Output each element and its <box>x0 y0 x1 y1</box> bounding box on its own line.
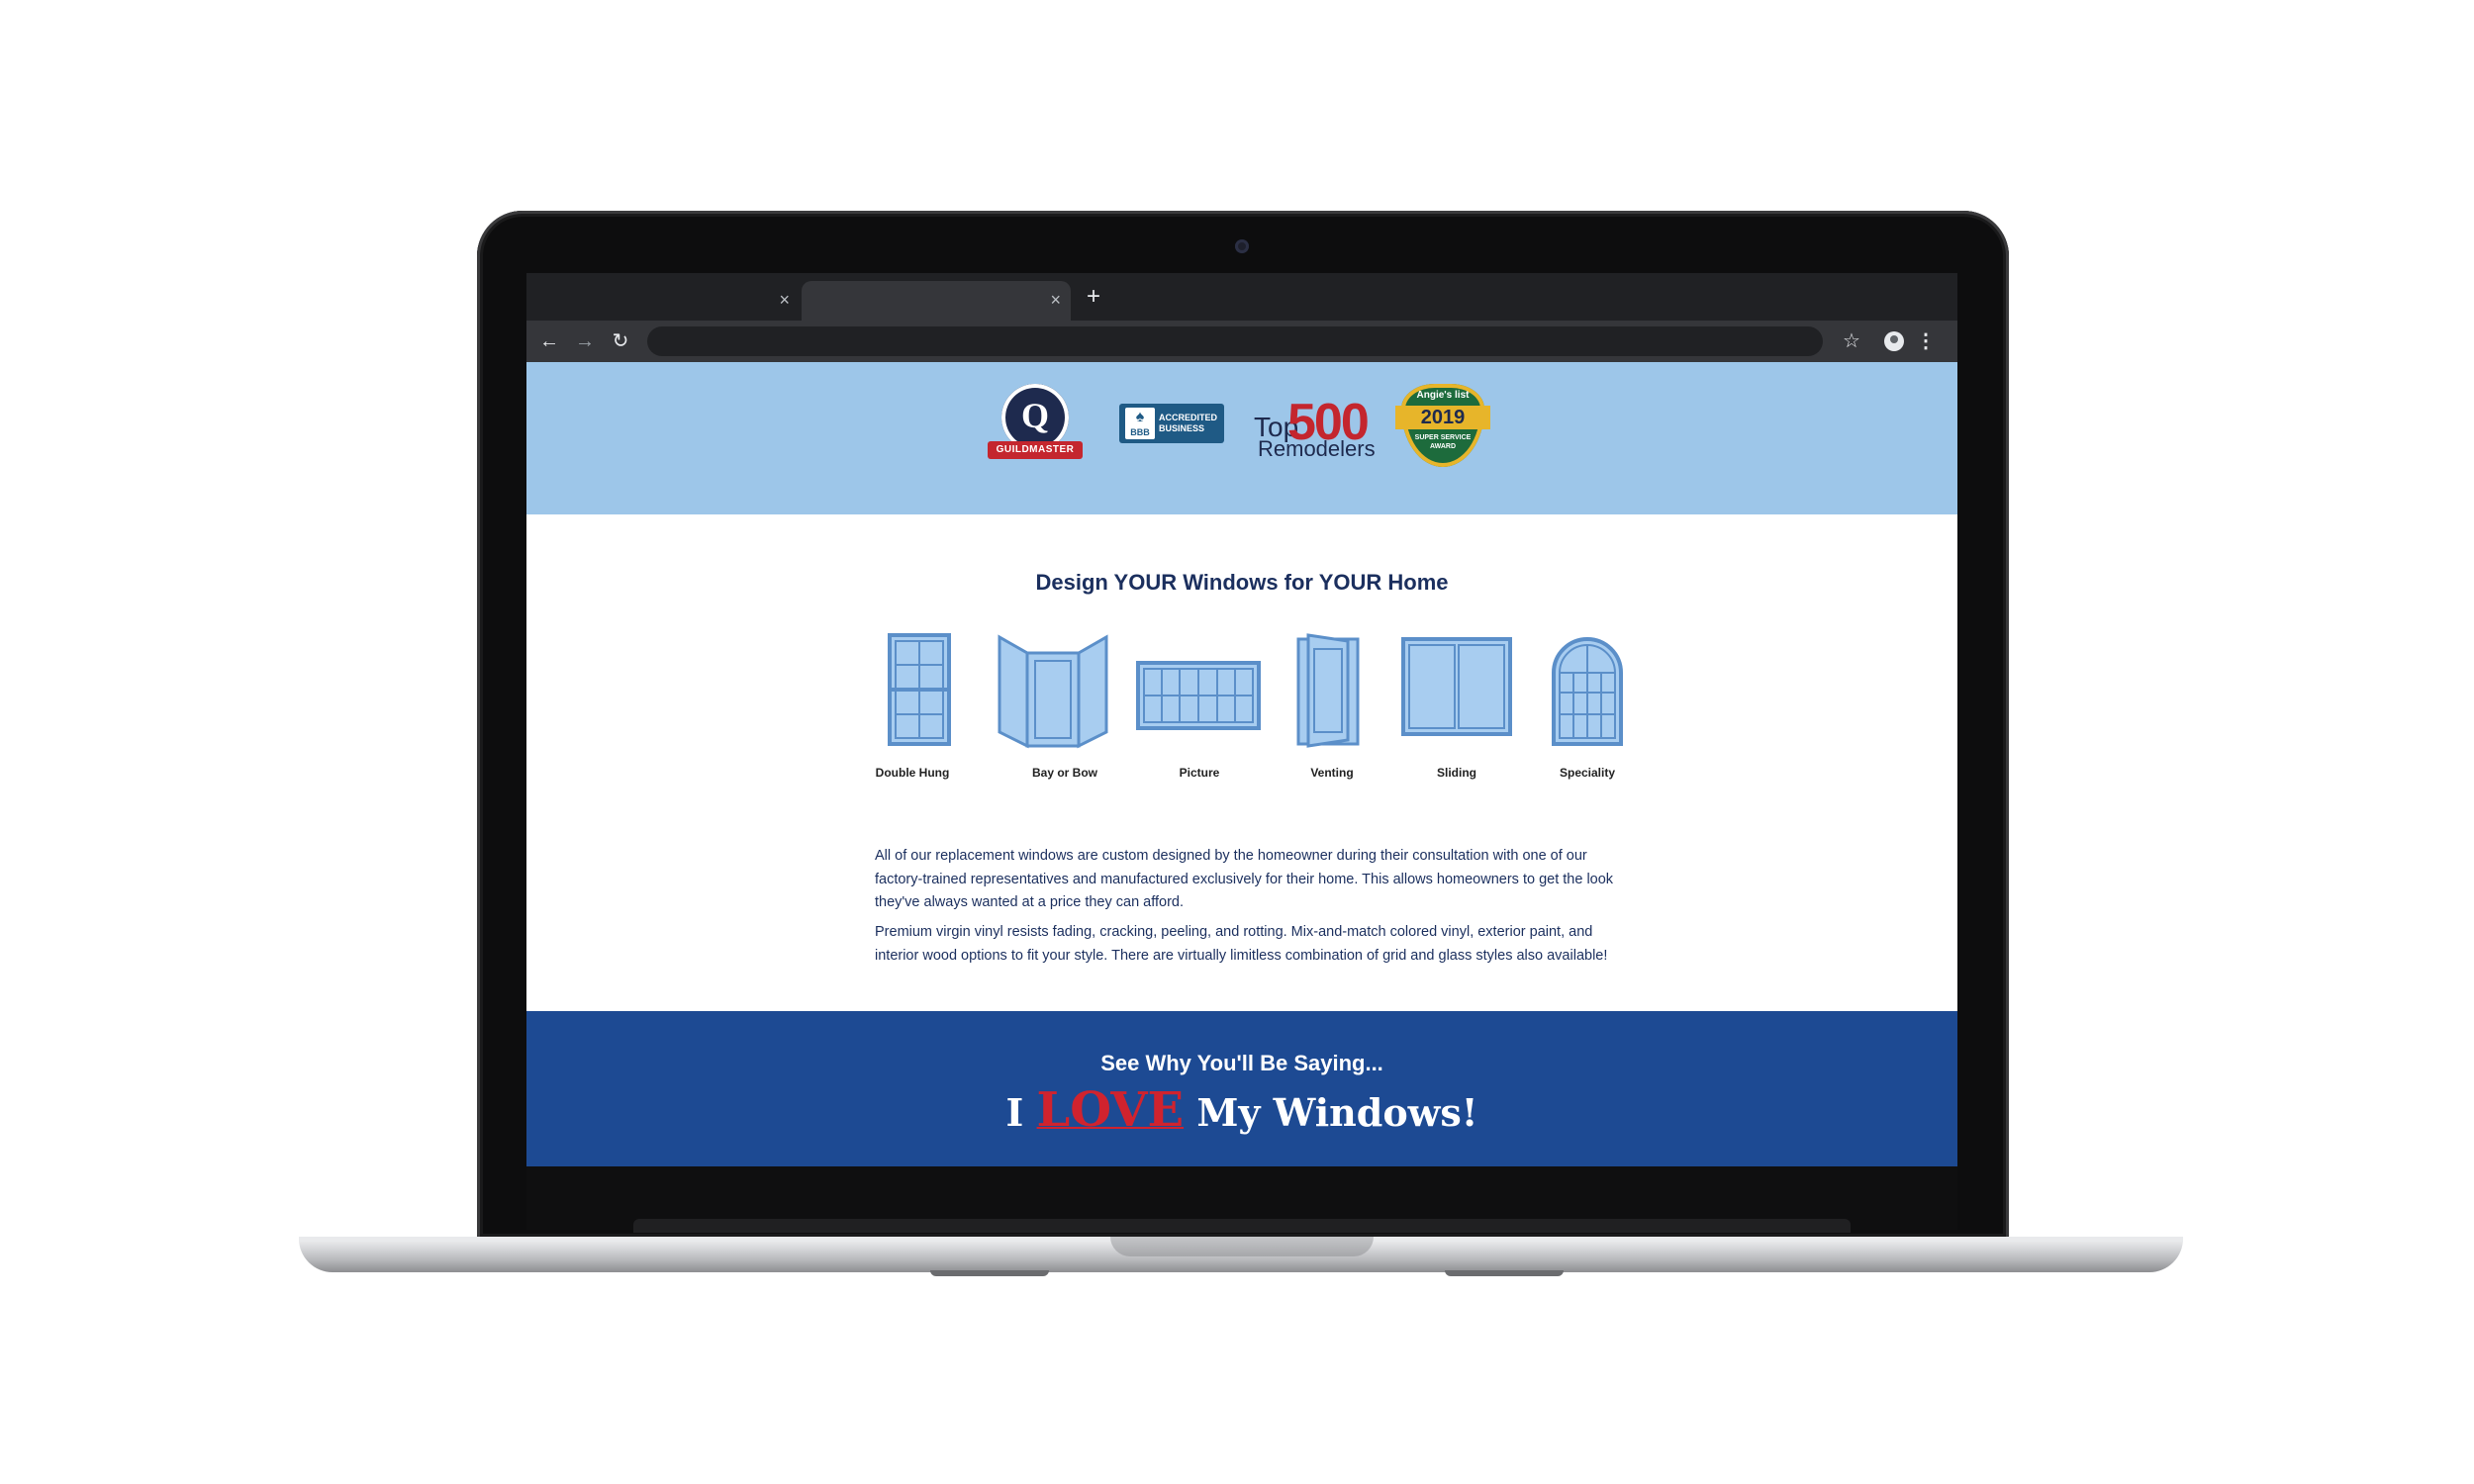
venting-window-icon <box>1296 633 1360 748</box>
window-style-bay-or-bow[interactable]: Bay or Bow <box>996 629 1108 780</box>
angies-list-award-logo: Angie's list 2019 SUPER SERVICE AWARD <box>1395 384 1490 469</box>
guildmaster-award-logo: Q GUILDMASTER <box>988 384 1083 467</box>
i-love-my-windows-logo: I LOVE My Windows! <box>526 1086 1957 1137</box>
laptop-foot <box>1445 1270 1564 1276</box>
profile-avatar[interactable] <box>1884 331 1904 351</box>
guildmaster-letter: Q <box>1020 396 1049 435</box>
love-my-windows-band: See Why You'll Be Saying... I LOVE My Wi… <box>526 1011 1957 1166</box>
guildmaster-ribbon: GUILDMASTER <box>988 441 1083 459</box>
intro-paragraph: All of our replacement windows are custo… <box>875 848 1614 910</box>
window-label: Speciality <box>1559 766 1616 780</box>
picture-window-icon <box>1136 661 1261 730</box>
bbb-accredited-logo: ♠ BBB ACCREDITED BUSINESS <box>1119 404 1224 443</box>
angies-name: Angie's list <box>1416 390 1470 401</box>
angies-year: 2019 <box>1395 406 1490 429</box>
window-style-venting[interactable]: Venting <box>1279 629 1378 780</box>
top500-remodelers: Remodelers <box>1258 436 1376 461</box>
cta-heading: See Why You'll Be Saying... <box>1100 1051 1383 1075</box>
bbb-mark: BBB <box>1130 427 1150 437</box>
double-hung-window-icon <box>888 633 951 746</box>
section-title: Design YOUR Windows for YOUR Home <box>1035 570 1449 595</box>
bbb-torch-icon: ♠ BBB <box>1125 408 1155 439</box>
cta-rest: My Windows! <box>1196 1090 1478 1135</box>
awards-band: Q GUILDMASTER ♠ BBB ACCREDITED BUSINESS … <box>526 362 1957 514</box>
back-arrow-icon[interactable]: ← <box>536 328 562 354</box>
window-styles-row: Double Hung Bay or Bow Picture Venting S… <box>863 629 1645 780</box>
cta-love: LOVE <box>1036 1082 1185 1138</box>
browser-tab-bar: × × + <box>526 273 1957 321</box>
cta-i: I <box>1005 1090 1024 1135</box>
vinyl-paragraph: Premium virgin vinyl resists fading, cra… <box>875 924 1608 964</box>
top-500-remodelers-logo: Top 500 Remodelers <box>1254 396 1376 461</box>
close-icon[interactable]: × <box>779 289 790 311</box>
bay-window-icon <box>998 634 1108 749</box>
bbb-line1: ACCREDITED <box>1159 413 1218 422</box>
browser-toolbar: ← → ↻ ☆ ⋮ <box>526 321 1957 362</box>
sliding-window-icon <box>1401 637 1512 736</box>
angies-line1: SUPER SERVICE <box>1414 434 1472 441</box>
new-tab-button[interactable]: + <box>1087 283 1100 311</box>
laptop-hinge <box>633 1219 1851 1233</box>
bookmark-star-icon[interactable]: ☆ <box>1839 328 1864 354</box>
laptop-screen: × × + ← → ↻ ☆ ⋮ Q GUILDMASTER ♠ BBB ACCR… <box>526 273 1957 1166</box>
window-style-double-hung[interactable]: Double Hung <box>863 629 962 780</box>
window-style-picture[interactable]: Picture <box>1130 629 1261 780</box>
window-style-speciality[interactable]: Speciality <box>1536 629 1635 780</box>
window-label: Picture <box>1179 766 1220 780</box>
arched-window-icon <box>1552 637 1623 746</box>
web-page: Q GUILDMASTER ♠ BBB ACCREDITED BUSINESS … <box>526 362 1957 1166</box>
window-style-sliding[interactable]: Sliding <box>1397 629 1512 780</box>
bbb-text: ACCREDITED BUSINESS <box>1159 413 1222 434</box>
window-label: Sliding <box>1437 766 1476 780</box>
address-bar[interactable] <box>647 326 1823 356</box>
browser-tab-active[interactable]: × <box>802 281 1071 321</box>
laptop-foot <box>930 1270 1049 1276</box>
reload-icon[interactable]: ↻ <box>608 328 633 354</box>
angies-line2: AWARD <box>1429 443 1457 450</box>
webcam-icon <box>1235 239 1249 253</box>
window-label: Double Hung <box>875 766 950 780</box>
window-label: Bay or Bow <box>1031 766 1097 780</box>
angies-award-text: SUPER SERVICE AWARD <box>1401 433 1484 451</box>
bbb-line2: BUSINESS <box>1159 423 1205 433</box>
laptop-opening-notch <box>1110 1237 1374 1256</box>
forward-arrow-icon[interactable]: → <box>572 328 598 354</box>
window-label: Venting <box>1310 766 1354 780</box>
browser-menu-icon[interactable]: ⋮ <box>1916 328 1936 354</box>
browser-tab[interactable]: × <box>526 281 800 321</box>
close-icon[interactable]: × <box>1050 289 1061 311</box>
